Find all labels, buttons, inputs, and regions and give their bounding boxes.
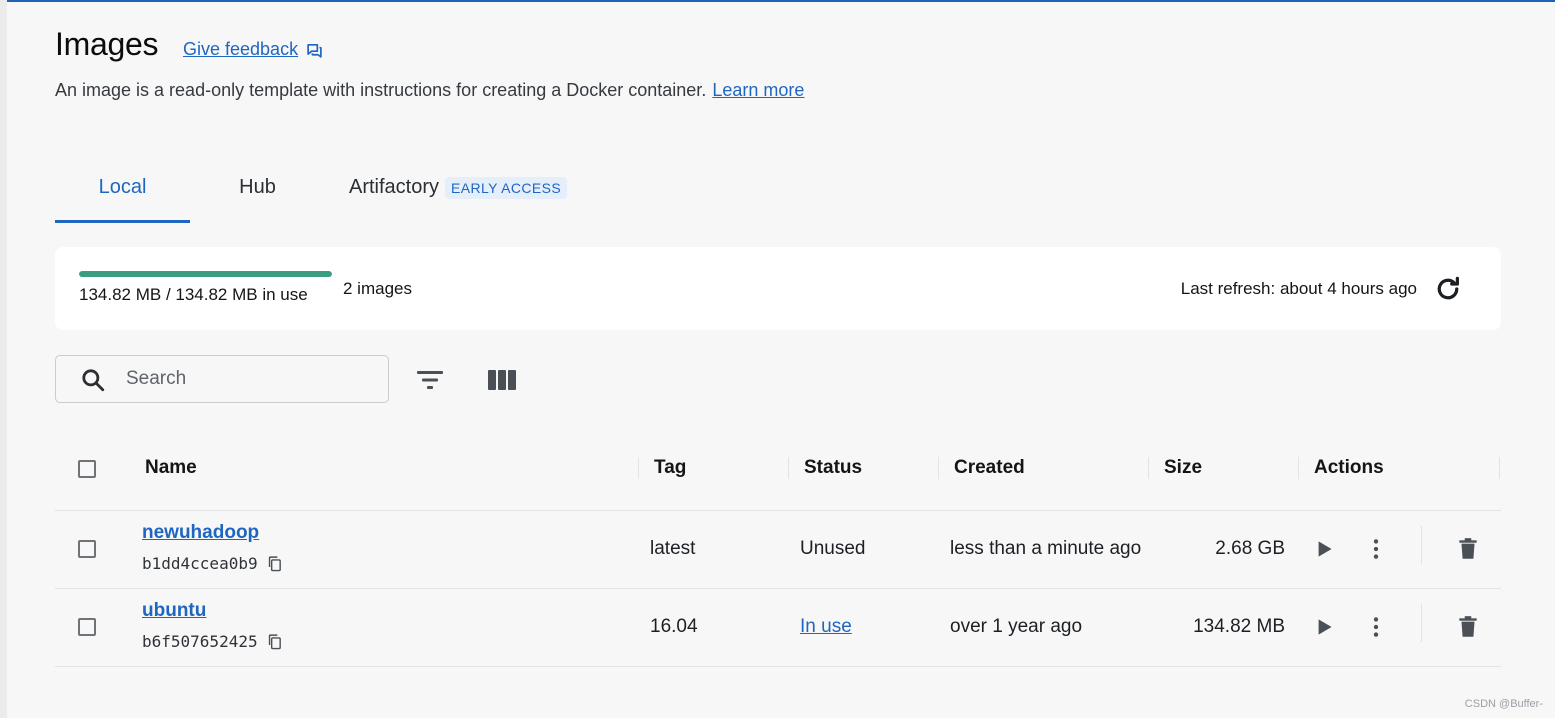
column-actions: Actions [1314,457,1384,478]
tab-artifactory-label: Artifactory [349,176,440,198]
image-size: 134.82 MB [1193,616,1285,637]
column-divider[interactable] [1148,457,1149,479]
tab-artifactory[interactable]: Artifactory EARLY ACCESS [335,166,595,223]
tab-hub[interactable]: Hub [215,166,300,223]
more-options-icon[interactable] [1363,536,1389,562]
run-icon[interactable] [1311,536,1337,562]
watermark: CSDN @Buffer- [1464,698,1543,710]
trash-icon[interactable] [1455,614,1481,640]
search-icon [82,369,105,392]
usage-summary-card: 134.82 MB / 134.82 MB in use 2 images La… [55,247,1501,330]
column-divider[interactable] [788,457,789,479]
table-row: ubuntu b6f507652425 16.04 In use over 1 … [55,589,1501,667]
column-divider [1499,457,1500,479]
disk-usage-text: 134.82 MB / 134.82 MB in use [79,285,308,304]
actions-divider [1421,526,1422,564]
copy-icon[interactable] [266,555,283,572]
learn-more-link[interactable]: Learn more [712,80,804,100]
page-title: Images [55,26,159,62]
column-divider[interactable] [1298,457,1299,479]
search-box [55,355,389,403]
copy-icon[interactable] [266,633,283,650]
more-options-icon[interactable] [1363,614,1389,640]
filter-icon[interactable] [414,364,446,396]
page-description-text: An image is a read-only template with in… [55,80,707,100]
table-header: Name Tag Status Created Size Actions [55,440,1501,511]
disk-usage-fill [79,271,332,277]
column-created[interactable]: Created [954,457,1025,479]
image-created: less than a minute ago [950,538,1142,559]
feedback-icon [307,43,322,58]
trash-icon[interactable] [1455,536,1481,562]
tab-local[interactable]: Local [55,166,190,223]
select-all-checkbox[interactable] [78,460,96,478]
image-id-text: b6f507652425 [142,632,258,651]
left-sidebar-edge [0,0,7,718]
tab-hub-label: Hub [239,176,276,198]
columns-icon[interactable] [486,364,518,396]
image-id: b6f507652425 [142,632,283,651]
image-name-link[interactable]: newuhadoop [142,522,259,544]
image-tag: 16.04 [650,616,698,637]
disk-usage-bar [79,271,332,277]
column-tag[interactable]: Tag [654,457,686,479]
run-icon[interactable] [1311,614,1337,640]
page-description: An image is a read-only template with in… [55,80,804,101]
row-checkbox[interactable] [78,540,96,558]
early-access-badge: EARLY ACCESS [445,177,568,199]
image-count: 2 images [343,279,412,298]
column-status[interactable]: Status [804,457,862,479]
image-status-cell: In use [800,616,852,638]
image-status: Unused [800,538,866,559]
image-size: 2.68 GB [1215,538,1285,559]
in-use-status-link[interactable]: In use [800,616,852,637]
table-row: newuhadoop b1dd4ccea0b9 latest Unused le… [55,511,1501,589]
column-name[interactable]: Name [145,457,197,479]
column-divider[interactable] [638,457,639,479]
image-id: b1dd4ccea0b9 [142,554,283,573]
top-accent-line [0,0,1555,2]
give-feedback-link[interactable]: Give feedback [183,39,323,60]
image-name-link[interactable]: ubuntu [142,600,206,622]
row-checkbox[interactable] [78,618,96,636]
tab-local-label: Local [98,176,147,198]
column-divider[interactable] [938,457,939,479]
column-size[interactable]: Size [1164,457,1202,479]
image-tag: latest [650,538,696,559]
refresh-icon[interactable] [1433,274,1463,304]
last-refresh-text: Last refresh: about 4 hours ago [1180,279,1417,298]
give-feedback-label: Give feedback [183,39,299,59]
actions-divider [1421,604,1422,642]
image-id-text: b1dd4ccea0b9 [142,554,258,573]
image-created: over 1 year ago [950,616,1083,637]
search-input[interactable] [126,364,376,394]
